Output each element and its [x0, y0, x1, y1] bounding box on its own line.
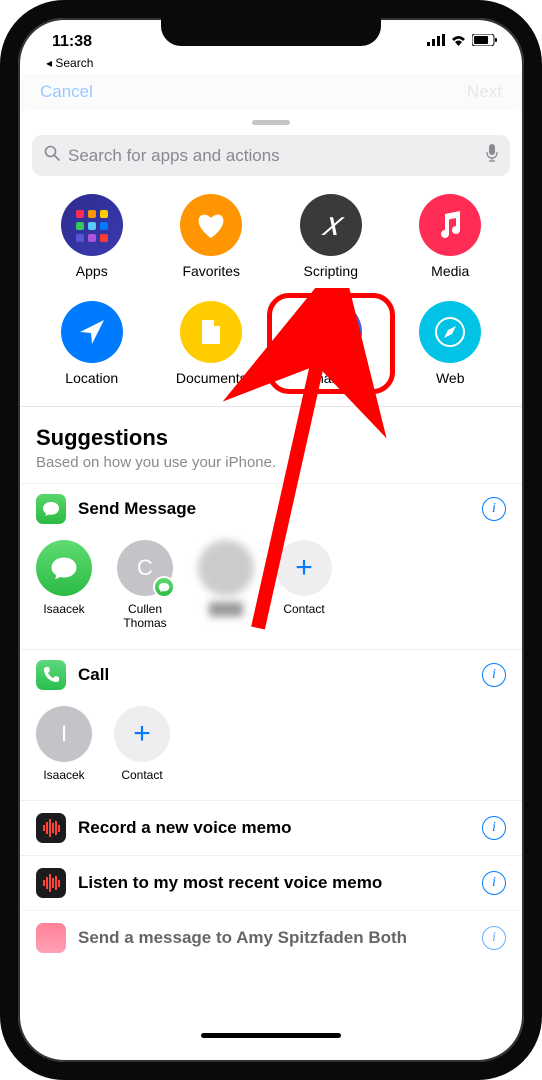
heart-icon [180, 194, 242, 256]
call-row[interactable]: Call i [18, 649, 524, 700]
avatar: I [36, 706, 92, 762]
avatar [36, 540, 92, 596]
home-indicator[interactable] [201, 1033, 341, 1038]
back-to-search[interactable]: Search [18, 56, 524, 74]
avatar-redacted [198, 540, 254, 596]
category-label: Web [436, 370, 465, 386]
category-favorites[interactable]: Favorites [156, 194, 268, 279]
search-input[interactable]: Search for apps and actions [32, 135, 510, 176]
listen-voice-memo-row[interactable]: Listen to my most recent voice memo i [18, 855, 524, 910]
category-label: Scripting [304, 263, 358, 279]
next-link[interactable]: Next [467, 82, 502, 102]
contact-redacted[interactable]: ████ [198, 540, 254, 631]
messages-badge-icon [153, 576, 175, 598]
cancel-link[interactable]: Cancel [40, 82, 93, 102]
contact-name: Contact [121, 768, 162, 782]
signal-icon [427, 33, 445, 51]
send-message-contacts: Isaacek C Cullen Thomas ████ + Contact [18, 534, 524, 649]
category-media[interactable]: Media [395, 194, 507, 279]
category-label: Location [65, 370, 118, 386]
phone-app-icon [36, 660, 66, 690]
info-button[interactable]: i [482, 926, 506, 950]
plus-icon: + [276, 540, 332, 596]
add-contact-button[interactable]: + Contact [114, 706, 170, 782]
category-documents[interactable]: Documents [156, 301, 268, 386]
mic-icon[interactable] [486, 144, 498, 167]
category-label: Documents [176, 370, 247, 386]
status-time: 11:38 [52, 33, 92, 51]
categories-grid: Apps Favorites 𝑥 Scripting Media [18, 190, 524, 407]
document-icon [180, 301, 242, 363]
send-message-amy-row[interactable]: Send a message to Amy Spitzfaden Both i [18, 910, 524, 965]
call-title: Call [78, 665, 470, 685]
row-label: Record a new voice memo [78, 818, 470, 838]
wifi-icon [450, 33, 467, 51]
suggestions-subtitle: Based on how you use your iPhone. [36, 454, 506, 471]
contact-cullen[interactable]: C Cullen Thomas [114, 540, 176, 631]
info-button[interactable]: i [482, 663, 506, 687]
plus-icon: + [114, 706, 170, 762]
category-location[interactable]: Location [36, 301, 148, 386]
voice-memos-icon [36, 813, 66, 843]
contact-name: Contact [283, 602, 324, 616]
app-icon-cutoff [36, 923, 66, 953]
record-voice-memo-row[interactable]: Record a new voice memo i [18, 800, 524, 855]
contact-isaacek-call[interactable]: I Isaacek [36, 706, 92, 782]
category-label: Apps [76, 263, 108, 279]
category-label: Favorites [182, 263, 240, 279]
suggestions-title: Suggestions [36, 425, 506, 451]
suggestions-header: Suggestions Based on how you use your iP… [18, 407, 524, 483]
search-icon [44, 145, 60, 166]
info-button[interactable]: i [482, 816, 506, 840]
action-sheet: Search for apps and actions Apps Fa [18, 110, 524, 965]
battery-icon [472, 33, 498, 51]
category-scripting[interactable]: 𝑥 Scripting [275, 194, 387, 279]
voice-memos-icon [36, 868, 66, 898]
category-sharing[interactable]: Sharing [275, 301, 387, 386]
category-label: Sharing [307, 370, 355, 386]
category-web[interactable]: Web [395, 301, 507, 386]
sheet-grabber[interactable] [252, 120, 290, 125]
contact-name-redacted: ████ [209, 602, 243, 616]
messages-app-icon [36, 494, 66, 524]
dimmed-nav: Cancel Next [18, 74, 524, 112]
share-icon [300, 301, 362, 363]
info-button[interactable]: i [482, 871, 506, 895]
send-message-row[interactable]: Send Message i [18, 483, 524, 534]
scripting-icon: 𝑥 [300, 194, 362, 256]
apps-icon [61, 194, 123, 256]
row-label: Listen to my most recent voice memo [78, 873, 470, 893]
send-message-title: Send Message [78, 499, 470, 519]
add-contact-button[interactable]: + Contact [276, 540, 332, 631]
contact-isaacek[interactable]: Isaacek [36, 540, 92, 631]
row-label: Send a message to Amy Spitzfaden Both [78, 928, 470, 948]
contact-name: Isaacek [43, 768, 84, 782]
info-button[interactable]: i [482, 497, 506, 521]
music-icon [419, 194, 481, 256]
call-contacts: I Isaacek + Contact [18, 700, 524, 800]
contact-name: Cullen Thomas [114, 602, 176, 631]
compass-icon [419, 301, 481, 363]
search-placeholder: Search for apps and actions [68, 146, 280, 166]
avatar: C [117, 540, 173, 596]
contact-name: Isaacek [43, 602, 84, 616]
category-label: Media [431, 263, 469, 279]
category-apps[interactable]: Apps [36, 194, 148, 279]
location-icon [61, 301, 123, 363]
